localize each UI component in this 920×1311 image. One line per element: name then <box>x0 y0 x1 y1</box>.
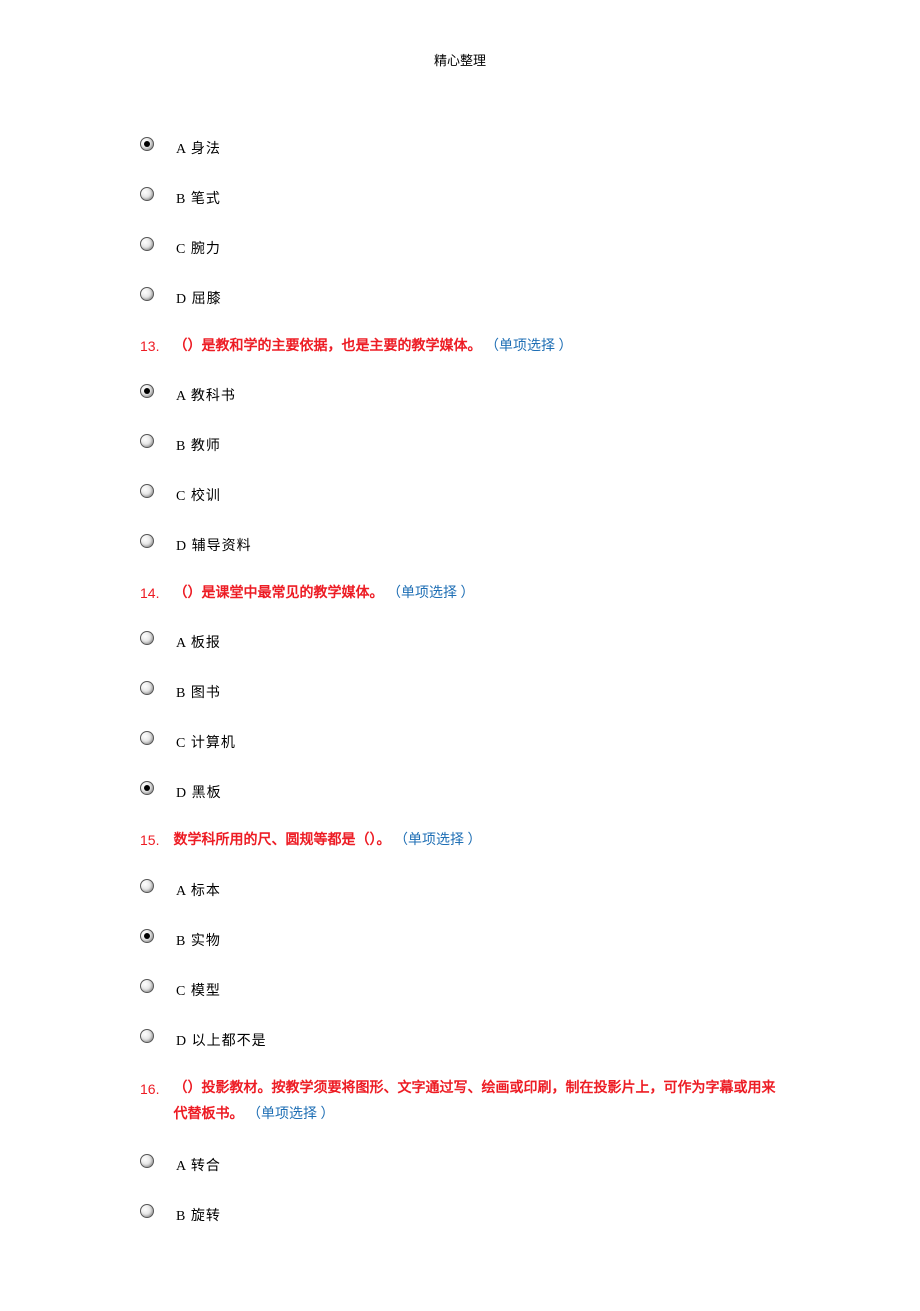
question-text: （）是教和学的主要依据，也是主要的教学媒体。 <box>173 339 481 354</box>
option-label: C 腕力 <box>176 238 221 258</box>
option-label: C 模型 <box>176 980 221 1000</box>
option-row[interactable]: A 身法 <box>140 134 780 154</box>
question-number: 13. <box>140 334 159 359</box>
option-row[interactable]: B 笔式 <box>140 184 780 204</box>
option-label: D 辅导资料 <box>176 535 252 555</box>
radio-icon[interactable] <box>140 1029 154 1043</box>
radio-icon[interactable] <box>140 1154 154 1168</box>
option-label: A 转合 <box>176 1155 221 1175</box>
option-label: A 板报 <box>176 632 221 652</box>
question-number: 16. <box>140 1076 159 1129</box>
option-row[interactable]: D 辅导资料 <box>140 531 780 551</box>
question-number: 14. <box>140 581 159 606</box>
question-row: 14. （）是课堂中最常见的教学媒体。 （单项选择 ） <box>140 581 780 606</box>
radio-icon[interactable] <box>140 287 154 301</box>
option-label: B 实物 <box>176 930 221 950</box>
option-label: C 校训 <box>176 485 221 505</box>
radio-icon[interactable] <box>140 484 154 498</box>
question-type: （单项选择 ） <box>394 833 482 848</box>
option-row[interactable]: C 计算机 <box>140 728 780 748</box>
question-number: 15. <box>140 828 159 853</box>
option-row[interactable]: B 图书 <box>140 678 780 698</box>
option-row[interactable]: A 教科书 <box>140 381 780 401</box>
question-type: （单项选择 ） <box>247 1107 335 1122</box>
option-label: A 教科书 <box>176 385 236 405</box>
document-page: 精心整理 A 身法 B 笔式 C 腕力 D 屈膝 13. （）是教和学的主要依据… <box>0 0 920 1311</box>
page-header: 精心整理 <box>140 50 780 69</box>
radio-icon[interactable] <box>140 187 154 201</box>
radio-icon[interactable] <box>140 1204 154 1218</box>
radio-icon[interactable] <box>140 434 154 448</box>
option-row[interactable]: B 旋转 <box>140 1201 780 1221</box>
option-row[interactable]: C 腕力 <box>140 234 780 254</box>
radio-icon[interactable] <box>140 237 154 251</box>
radio-icon[interactable] <box>140 979 154 993</box>
option-row[interactable]: A 板报 <box>140 628 780 648</box>
question-row: 15. 数学科所用的尺、圆规等都是（）。 （单项选择 ） <box>140 828 780 853</box>
option-label: A 标本 <box>176 880 221 900</box>
radio-icon[interactable] <box>140 731 154 745</box>
radio-icon[interactable] <box>140 681 154 695</box>
option-label: D 屈膝 <box>176 288 222 308</box>
question-type: （单项选择 ） <box>485 339 573 354</box>
option-label: B 笔式 <box>176 188 221 208</box>
radio-icon[interactable] <box>140 879 154 893</box>
question-text-container: （）是课堂中最常见的教学媒体。 （单项选择 ） <box>173 581 474 606</box>
radio-icon[interactable] <box>140 534 154 548</box>
radio-selected-icon[interactable] <box>140 929 154 943</box>
option-row[interactable]: A 标本 <box>140 876 780 896</box>
radio-icon[interactable] <box>140 631 154 645</box>
question-type: （单项选择 ） <box>387 586 475 601</box>
option-row[interactable]: C 校训 <box>140 481 780 501</box>
radio-selected-icon[interactable] <box>140 137 154 151</box>
option-row[interactable]: D 屈膝 <box>140 284 780 304</box>
option-label: C 计算机 <box>176 732 236 752</box>
option-label: D 以上都不是 <box>176 1030 267 1050</box>
question-text: （）是课堂中最常见的教学媒体。 <box>173 586 383 601</box>
option-label: B 教师 <box>176 435 221 455</box>
option-label: A 身法 <box>176 138 221 158</box>
option-label: B 图书 <box>176 682 221 702</box>
option-row[interactable]: D 以上都不是 <box>140 1026 780 1046</box>
question-text: 数学科所用的尺、圆规等都是（）。 <box>173 833 390 848</box>
option-row[interactable]: B 教师 <box>140 431 780 451</box>
question-row: 16. （）投影教材。按教学须要将图形、文字通过写、绘画或印刷，制在投影片上，可… <box>140 1076 780 1129</box>
option-label: D 黑板 <box>176 782 222 802</box>
radio-selected-icon[interactable] <box>140 781 154 795</box>
question-row: 13. （）是教和学的主要依据，也是主要的教学媒体。 （单项选择 ） <box>140 334 780 359</box>
option-row[interactable]: B 实物 <box>140 926 780 946</box>
option-label: B 旋转 <box>176 1205 221 1225</box>
question-text-container: （）投影教材。按教学须要将图形、文字通过写、绘画或印刷，制在投影片上，可作为字幕… <box>173 1076 780 1129</box>
option-row[interactable]: A 转合 <box>140 1151 780 1171</box>
option-row[interactable]: D 黑板 <box>140 778 780 798</box>
question-text-container: （）是教和学的主要依据，也是主要的教学媒体。 （单项选择 ） <box>173 334 572 359</box>
option-row[interactable]: C 模型 <box>140 976 780 996</box>
radio-selected-icon[interactable] <box>140 384 154 398</box>
question-text-container: 数学科所用的尺、圆规等都是（）。 （单项选择 ） <box>173 828 481 853</box>
